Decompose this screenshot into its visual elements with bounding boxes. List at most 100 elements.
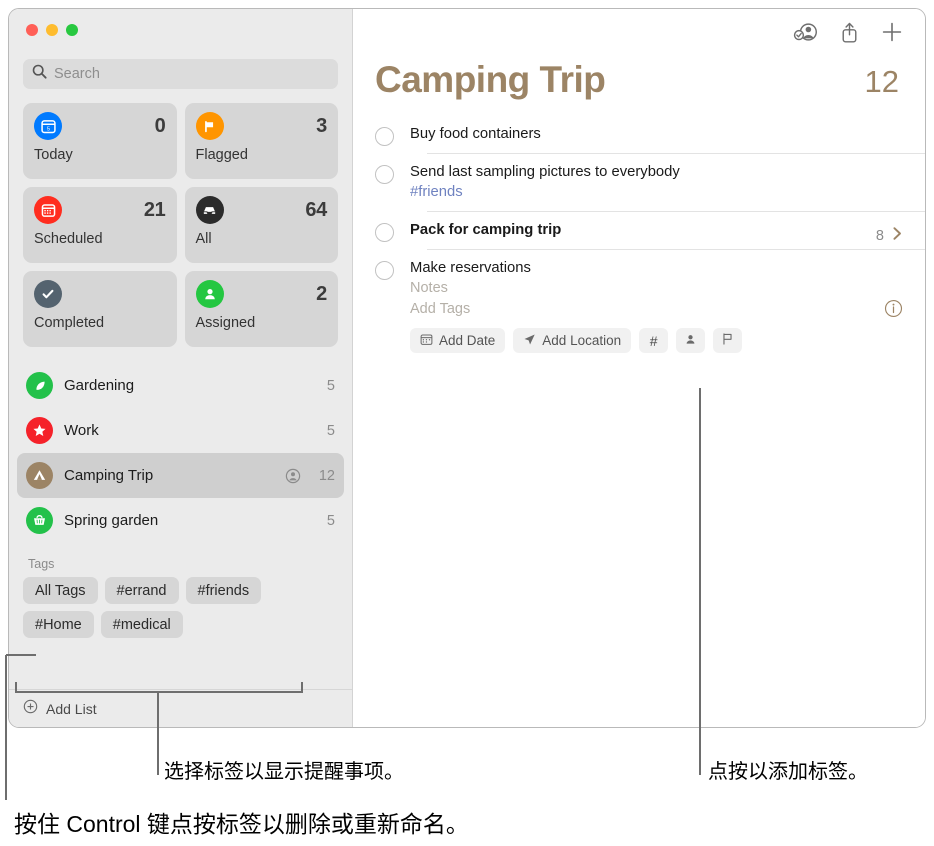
reminder-add-tags-placeholder[interactable]: Add Tags (410, 299, 884, 320)
reminder-row[interactable]: Pack for camping trip 8 (375, 211, 925, 249)
reminder-content: Send last sampling pictures to everybody… (394, 153, 903, 211)
smart-list-today[interactable]: 5 0 Today (23, 103, 177, 179)
sidebar-list-spring-garden[interactable]: Spring garden 5 (17, 498, 344, 543)
flag-outline-icon (721, 332, 734, 349)
shared-person-icon[interactable] (793, 21, 818, 43)
callout-tags-note: 选择标签以显示提醒事项。 (164, 761, 404, 783)
smart-list-scheduled[interactable]: 21 Scheduled (23, 187, 177, 263)
sidebar-list-count: 5 (326, 422, 335, 439)
user-lists: Gardening 5 Work 5 Camping Trip 12 Sprin… (9, 363, 352, 543)
reminders-window: Search 5 0 Today 3 Flagged 21 Scheduled … (8, 8, 926, 728)
plus-icon[interactable] (881, 21, 903, 43)
smart-list-count: 64 (305, 198, 327, 221)
sidebar-list-label: Spring garden (64, 512, 159, 529)
calendar-today-icon: 5 (34, 112, 62, 140)
tag-home[interactable]: #Home (23, 611, 94, 638)
add-location-button[interactable]: Add Location (513, 328, 632, 353)
tent-icon (26, 462, 53, 489)
add-date-label: Add Date (439, 333, 496, 348)
checkmark-icon (34, 280, 62, 308)
chevron-right-icon[interactable] (892, 226, 903, 246)
sidebar-list-count: 5 (326, 377, 335, 394)
smart-list-assigned[interactable]: 2 Assigned (184, 271, 338, 347)
sidebar-list-label: Work (64, 422, 99, 439)
add-list-label: Add List (46, 700, 97, 717)
reminder-row[interactable]: Send last sampling pictures to everybody… (375, 153, 925, 211)
add-date-button[interactable]: Add Date (410, 328, 506, 353)
search-container: Search (9, 51, 352, 89)
smart-list-label: Scheduled (34, 231, 103, 247)
search-icon (32, 64, 47, 84)
reminder-notes-placeholder[interactable]: Notes (410, 278, 884, 299)
tag-all-tags[interactable]: All Tags (23, 577, 98, 604)
smart-list-label: All (195, 231, 212, 247)
flag-reminder-button[interactable] (713, 328, 743, 353)
sidebar-list-count: 12 (318, 467, 335, 484)
tags-container: All Tags #errand #friends #Home #medical (9, 577, 329, 638)
sidebar-list-label: Gardening (64, 377, 135, 394)
smart-list-completed[interactable]: Completed (23, 271, 177, 347)
reminder-checkbox[interactable] (375, 261, 394, 280)
sidebar-list-gardening[interactable]: Gardening 5 (17, 363, 344, 408)
reminder-meta (884, 249, 903, 362)
page-title: Camping Trip (375, 59, 606, 100)
list-header: Camping Trip 12 (353, 59, 925, 101)
plus-circle-icon (23, 699, 38, 719)
sidebar-list-work[interactable]: Work 5 (17, 408, 344, 453)
hash-icon: # (649, 332, 658, 349)
minimize-button[interactable] (46, 24, 58, 36)
smart-list-count: 2 (316, 282, 327, 305)
shared-list-icon (285, 468, 301, 484)
sidebar-list-camping-trip[interactable]: Camping Trip 12 (17, 453, 344, 498)
smart-list-flagged[interactable]: 3 Flagged (184, 103, 338, 179)
smart-list-all[interactable]: 64 All (184, 187, 338, 263)
tags-section-header: Tags (28, 557, 55, 571)
window-traffic-lights (9, 9, 352, 51)
tag-medical[interactable]: #medical (100, 611, 183, 638)
reminder-checkbox[interactable] (375, 127, 394, 146)
reminder-row[interactable]: Buy food containers (375, 115, 925, 153)
list-total-count: 12 (864, 64, 899, 99)
zoom-button[interactable] (66, 24, 78, 36)
sidebar-list-count: 5 (326, 512, 335, 529)
svg-text:5: 5 (46, 126, 49, 132)
person-icon (195, 280, 224, 308)
assign-person-button[interactable] (676, 328, 706, 353)
add-location-label: Add Location (542, 333, 622, 348)
smart-list-label: Today (34, 147, 73, 163)
calendar-icon (34, 196, 62, 224)
tag-errand[interactable]: #errand (104, 577, 179, 604)
tray-icon (195, 196, 224, 224)
reminder-tag[interactable]: #friends (410, 182, 903, 202)
main-toolbar (353, 9, 925, 55)
share-icon[interactable] (840, 21, 859, 44)
smart-list-label: Flagged (195, 147, 248, 163)
add-tag-button[interactable]: # (639, 328, 669, 353)
subtask-count: 8 (875, 227, 884, 244)
add-list-button[interactable]: Add List (9, 689, 352, 727)
reminder-checkbox[interactable] (375, 165, 394, 184)
search-field[interactable]: Search (23, 59, 338, 89)
reminder-row-selected[interactable]: Make reservations Notes Add Tags Add Dat… (375, 249, 925, 362)
smart-list-label: Assigned (195, 315, 256, 331)
person-small-icon (684, 333, 697, 349)
smart-list-count: 0 (154, 114, 166, 137)
reminder-title: Buy food containers (410, 126, 541, 142)
star-icon (26, 417, 53, 444)
basket-icon (26, 507, 53, 534)
smart-list-label: Completed (34, 315, 105, 331)
sidebar: Search 5 0 Today 3 Flagged 21 Scheduled … (9, 9, 353, 727)
reminder-checkbox[interactable] (375, 223, 394, 242)
location-arrow-icon (523, 333, 536, 349)
info-icon[interactable] (884, 299, 903, 323)
tag-friends[interactable]: #friends (185, 577, 262, 604)
reminder-title: Make reservations (410, 260, 531, 276)
close-button[interactable] (26, 24, 38, 36)
callout-hash-note: 点按以添加标签。 (708, 761, 868, 783)
smart-lists-grid: 5 0 Today 3 Flagged 21 Scheduled 64 All … (9, 89, 352, 347)
reminder-content: Pack for camping trip (394, 211, 876, 249)
smart-list-count: 3 (316, 114, 327, 137)
flag-icon (195, 112, 224, 140)
reminder-title: Send last sampling pictures to everybody (410, 164, 680, 180)
reminder-content: Buy food containers (394, 115, 903, 153)
